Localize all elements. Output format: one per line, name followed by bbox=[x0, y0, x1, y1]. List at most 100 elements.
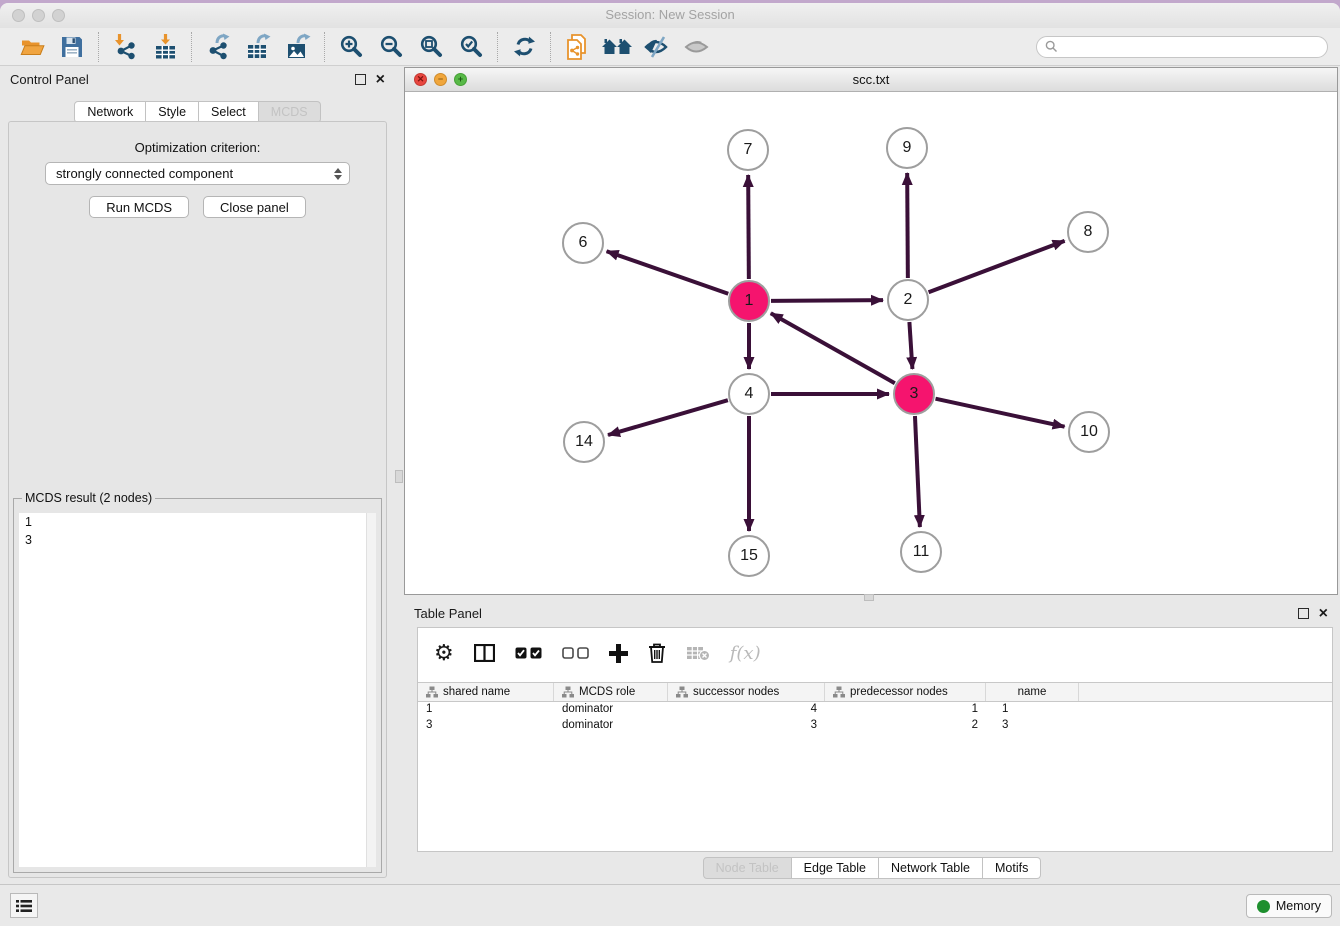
graph-node-11[interactable]: 11 bbox=[900, 531, 942, 573]
criterion-select[interactable]: strongly connected component bbox=[45, 162, 350, 185]
vertical-splitter[interactable] bbox=[395, 66, 404, 884]
add-column-icon[interactable] bbox=[609, 644, 628, 663]
cell-predecessor-nodes[interactable]: 1 bbox=[825, 702, 986, 718]
table-row[interactable]: 1dominator411 bbox=[418, 702, 1332, 718]
edge-1-2[interactable] bbox=[771, 300, 883, 301]
float-panel-icon[interactable] bbox=[1298, 608, 1309, 619]
graph-node-1[interactable]: 1 bbox=[728, 280, 770, 322]
cell-name[interactable]: 3 bbox=[986, 718, 1079, 734]
graph-node-10[interactable]: 10 bbox=[1068, 411, 1110, 453]
network-window-titlebar[interactable]: ✕ − + scc.txt bbox=[405, 68, 1337, 92]
graph-node-7[interactable]: 7 bbox=[727, 129, 769, 171]
delete-table-icon[interactable] bbox=[686, 645, 710, 661]
hide-graphics-details-icon[interactable] bbox=[637, 31, 677, 63]
control-panel: Control Panel × NetworkStyleSelectMCDS O… bbox=[0, 66, 395, 884]
result-scrollbar[interactable] bbox=[366, 513, 376, 867]
toolbar-separator bbox=[550, 32, 551, 62]
close-panel-button[interactable]: Close panel bbox=[203, 196, 306, 218]
node-table: shared nameMCDS rolesuccessor nodesprede… bbox=[418, 682, 1332, 734]
network-canvas[interactable]: 7 9 6 8 1 2 4 3 14 10 15 11 bbox=[405, 92, 1337, 594]
edge-4-14[interactable] bbox=[608, 400, 728, 435]
column-header-MCDS-role[interactable]: MCDS role bbox=[554, 683, 668, 701]
import-table-icon[interactable] bbox=[145, 31, 185, 63]
splitter-handle[interactable] bbox=[864, 594, 874, 601]
zoom-out-icon[interactable] bbox=[371, 31, 411, 63]
show-graphics-details-icon[interactable] bbox=[677, 31, 717, 63]
table-toolbar: ⚙ bbox=[418, 628, 1332, 678]
graph-node-3[interactable]: 3 bbox=[893, 373, 935, 415]
cell-MCDS-role[interactable]: dominator bbox=[554, 718, 668, 734]
control-panel-title: Control Panel bbox=[10, 72, 89, 87]
column-header-name[interactable]: name bbox=[986, 683, 1079, 701]
tab-network-table[interactable]: Network Table bbox=[879, 857, 983, 879]
graph-node-15[interactable]: 15 bbox=[728, 535, 770, 577]
open-session-icon[interactable] bbox=[12, 31, 52, 63]
mcds-result-group: MCDS result (2 nodes) 13 bbox=[13, 498, 382, 873]
tab-style[interactable]: Style bbox=[146, 101, 199, 123]
float-panel-icon[interactable] bbox=[355, 74, 366, 85]
graph-node-4[interactable]: 4 bbox=[728, 373, 770, 415]
tab-motifs[interactable]: Motifs bbox=[983, 857, 1041, 879]
task-history-button[interactable] bbox=[10, 893, 38, 918]
clone-network-icon[interactable] bbox=[557, 31, 597, 63]
edge-3-1[interactable] bbox=[771, 313, 895, 383]
save-session-icon[interactable] bbox=[52, 31, 92, 63]
cell-predecessor-nodes[interactable]: 2 bbox=[825, 718, 986, 734]
refresh-icon[interactable] bbox=[504, 31, 544, 63]
cell-shared-name[interactable]: 3 bbox=[418, 718, 554, 734]
cell-successor-nodes[interactable]: 4 bbox=[668, 702, 825, 718]
deselect-all-icon[interactable] bbox=[562, 647, 589, 659]
zoom-fit-icon[interactable] bbox=[411, 31, 451, 63]
toggle-panes-icon[interactable] bbox=[474, 644, 495, 662]
column-header-successor-nodes[interactable]: successor nodes bbox=[668, 683, 825, 701]
attribute-type-icon bbox=[676, 686, 688, 698]
run-mcds-button[interactable]: Run MCDS bbox=[89, 196, 189, 218]
cell-successor-nodes[interactable]: 3 bbox=[668, 718, 825, 734]
close-panel-icon[interactable]: × bbox=[376, 74, 385, 85]
memory-button[interactable]: Memory bbox=[1246, 894, 1332, 918]
select-all-icon[interactable] bbox=[515, 647, 542, 659]
graph-node-9[interactable]: 9 bbox=[886, 127, 928, 169]
edge-3-10[interactable] bbox=[935, 399, 1064, 427]
cell-MCDS-role[interactable]: dominator bbox=[554, 702, 668, 718]
edge-2-8[interactable] bbox=[929, 241, 1065, 292]
cell-name[interactable]: 1 bbox=[986, 702, 1079, 718]
function-builder-icon[interactable]: f(x) bbox=[730, 643, 761, 664]
home-icon[interactable] bbox=[597, 31, 637, 63]
edge-2-3[interactable] bbox=[909, 322, 912, 369]
search-input[interactable] bbox=[1063, 40, 1319, 54]
splitter-handle[interactable] bbox=[395, 470, 403, 483]
table-settings-icon[interactable]: ⚙ bbox=[434, 642, 454, 664]
graph-node-8[interactable]: 8 bbox=[1067, 211, 1109, 253]
tab-mcds[interactable]: MCDS bbox=[259, 101, 321, 123]
zoom-in-icon[interactable] bbox=[331, 31, 371, 63]
close-panel-icon[interactable]: × bbox=[1319, 608, 1328, 619]
search-box[interactable] bbox=[1036, 36, 1328, 58]
graph-node-14[interactable]: 14 bbox=[563, 421, 605, 463]
cell-shared-name[interactable]: 1 bbox=[418, 702, 554, 718]
edge-3-11[interactable] bbox=[915, 416, 920, 527]
graph-edges-layer bbox=[405, 92, 1337, 594]
table-panel-tabs: Node TableEdge TableNetwork TableMotifs bbox=[404, 852, 1340, 884]
mcds-result-list[interactable]: 13 bbox=[19, 513, 376, 867]
graph-node-2[interactable]: 2 bbox=[887, 279, 929, 321]
tab-network[interactable]: Network bbox=[74, 101, 146, 123]
table-row[interactable]: 3dominator323 bbox=[418, 718, 1332, 734]
edge-1-7[interactable] bbox=[748, 175, 749, 279]
memory-status-icon bbox=[1257, 900, 1270, 913]
column-header-shared-name[interactable]: shared name bbox=[418, 683, 554, 701]
tab-edge-table[interactable]: Edge Table bbox=[792, 857, 879, 879]
delete-column-icon[interactable] bbox=[648, 643, 666, 663]
tab-select[interactable]: Select bbox=[199, 101, 259, 123]
edge-1-6[interactable] bbox=[607, 251, 729, 293]
attribute-type-icon bbox=[426, 686, 438, 698]
graph-node-6[interactable]: 6 bbox=[562, 222, 604, 264]
column-header-predecessor-nodes[interactable]: predecessor nodes bbox=[825, 683, 986, 701]
export-image-icon[interactable] bbox=[278, 31, 318, 63]
import-network-icon[interactable] bbox=[105, 31, 145, 63]
zoom-selected-icon[interactable] bbox=[451, 31, 491, 63]
export-table-icon[interactable] bbox=[238, 31, 278, 63]
edge-2-9[interactable] bbox=[907, 173, 908, 278]
tab-node-table[interactable]: Node Table bbox=[703, 857, 792, 879]
export-network-icon[interactable] bbox=[198, 31, 238, 63]
